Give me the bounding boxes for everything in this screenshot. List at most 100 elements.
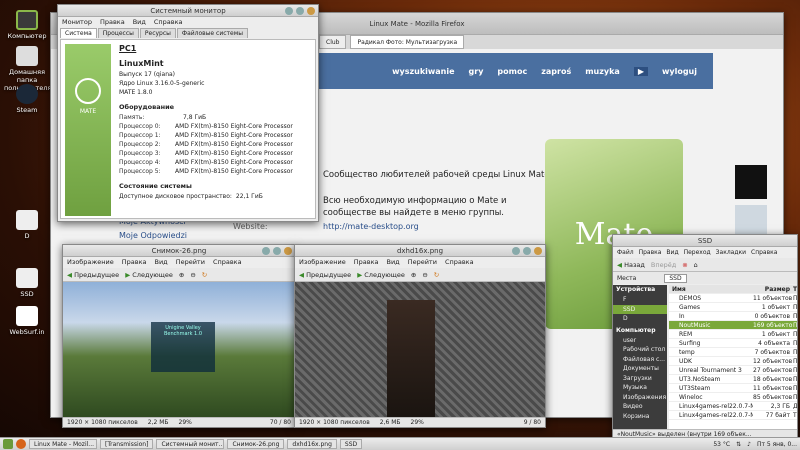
sidebar-item-d[interactable]: D bbox=[613, 314, 667, 324]
close-icon[interactable] bbox=[307, 7, 315, 15]
menu-help[interactable]: Справка bbox=[751, 247, 777, 258]
menu-help[interactable]: Справка bbox=[445, 257, 474, 268]
table-row[interactable]: temp 7 объектовПапка bbox=[669, 348, 797, 357]
firefox-launcher-icon[interactable] bbox=[16, 439, 26, 449]
menu-edit[interactable]: Правка bbox=[122, 257, 147, 268]
task-system-monitor[interactable]: Системный монит... bbox=[156, 439, 225, 449]
table-row[interactable]: DEMOS 11 объектовПапка bbox=[669, 294, 797, 303]
rotate-icon[interactable]: ↻ bbox=[202, 271, 207, 279]
menu-edit[interactable]: Правка bbox=[100, 17, 125, 28]
menu-icon[interactable] bbox=[3, 439, 13, 449]
sidebar-item-downloads[interactable]: Загрузки bbox=[613, 374, 667, 384]
sidebar-item-video[interactable]: Видео bbox=[613, 402, 667, 412]
stop-icon[interactable]: ⊗ bbox=[682, 261, 687, 269]
maximize-icon[interactable] bbox=[273, 247, 281, 255]
desktop-icon-d[interactable]: D bbox=[4, 210, 50, 240]
zoom-out-icon[interactable]: ⊖ bbox=[190, 271, 195, 279]
table-row[interactable]: NoutMusic 169 объектовПапка bbox=[669, 321, 797, 330]
nav-search[interactable]: wyszukiwanie bbox=[392, 67, 454, 76]
sidebar-item-pictures[interactable]: Изображения bbox=[613, 393, 667, 403]
menu-view[interactable]: Вид bbox=[155, 257, 168, 268]
menu-edit[interactable]: Правка bbox=[639, 247, 662, 258]
table-row[interactable]: Games 1 объектПапка bbox=[669, 303, 797, 312]
nav-logout[interactable]: wyloguj bbox=[662, 67, 697, 76]
sidebar-item-documents[interactable]: Документы bbox=[613, 364, 667, 374]
volume-icon[interactable]: ♪ bbox=[747, 441, 751, 448]
rotate-icon[interactable]: ↻ bbox=[434, 271, 439, 279]
menu-bookmarks[interactable]: Закладки bbox=[716, 247, 746, 258]
tab-club[interactable]: Club bbox=[319, 35, 347, 49]
next-button[interactable]: ▶ Следующее bbox=[125, 271, 173, 279]
menu-go[interactable]: Переход bbox=[684, 247, 711, 258]
menu-view[interactable]: Вид bbox=[387, 257, 400, 268]
path-button[interactable]: SSD bbox=[664, 273, 687, 283]
nav-music[interactable]: muzyka bbox=[585, 67, 620, 76]
minimize-icon[interactable] bbox=[512, 247, 520, 255]
previous-button[interactable]: ◀ Предыдущее bbox=[299, 271, 351, 279]
home-icon[interactable]: ⌂ bbox=[694, 261, 698, 269]
maximize-icon[interactable] bbox=[296, 7, 304, 15]
tab-system[interactable]: Система bbox=[60, 28, 97, 38]
column-size[interactable]: Размер bbox=[753, 285, 793, 293]
minimize-icon[interactable] bbox=[285, 7, 293, 15]
tab-filesystems[interactable]: Файловые системы bbox=[176, 28, 248, 38]
avatar[interactable] bbox=[735, 165, 767, 199]
task-firefox[interactable]: Linux Mate - Mozil... bbox=[29, 439, 97, 449]
sidebar-item-trash[interactable]: Корзина bbox=[613, 412, 667, 422]
tab-radikal[interactable]: Радикал Фото: Мультизагрузка bbox=[350, 35, 465, 49]
maximize-icon[interactable] bbox=[523, 247, 531, 255]
link-my-answers[interactable]: Moje Odpowiedzi bbox=[119, 229, 187, 243]
sidebar-item-ssd[interactable]: SSD bbox=[613, 304, 667, 314]
next-button[interactable]: ▶ Следующее bbox=[357, 271, 405, 279]
zoom-in-icon[interactable]: ⊕ bbox=[411, 271, 416, 279]
sidebar-item-f[interactable]: F bbox=[613, 295, 667, 305]
desktop-icon-computer[interactable]: Компьютер bbox=[4, 10, 50, 40]
menu-image[interactable]: Изображение bbox=[67, 257, 114, 268]
close-icon[interactable] bbox=[284, 247, 292, 255]
network-icon[interactable]: ⇅ bbox=[736, 441, 741, 448]
zoom-in-icon[interactable]: ⊕ bbox=[179, 271, 184, 279]
website-link[interactable]: http://mate-desktop.org bbox=[323, 222, 419, 231]
table-row[interactable]: UDK 12 объектовПапка bbox=[669, 357, 797, 366]
play-icon[interactable]: ▶ bbox=[633, 66, 648, 76]
sidebar-item-filesystem[interactable]: Файловая с... bbox=[613, 355, 667, 365]
tab-resources[interactable]: Ресурсы bbox=[139, 28, 176, 38]
sidebar-item-music[interactable]: Музыка bbox=[613, 383, 667, 393]
sidebar-item-user[interactable]: user bbox=[613, 336, 667, 346]
places-dropdown[interactable]: Места bbox=[617, 275, 636, 282]
nav-help[interactable]: pomoc bbox=[497, 67, 527, 76]
nav-invite[interactable]: zaproś bbox=[541, 67, 571, 76]
table-row[interactable]: REM 1 объектПапка bbox=[669, 330, 797, 339]
table-row[interactable]: Wineloc 85 объектовПапка bbox=[669, 393, 797, 402]
menu-view[interactable]: Вид bbox=[133, 17, 146, 28]
menu-image[interactable]: Изображение bbox=[299, 257, 346, 268]
task-transmission[interactable]: [Transmission] bbox=[100, 439, 154, 449]
sidebar-item-desktop[interactable]: Рабочий стол bbox=[613, 345, 667, 355]
desktop-icon-websurf[interactable]: WebSurf.in bbox=[4, 306, 50, 336]
task-viewer-1[interactable]: Снимок-26.png bbox=[227, 439, 285, 449]
table-row[interactable]: In 0 объектовПапка bbox=[669, 312, 797, 321]
desktop-icon-ssd[interactable]: SSD bbox=[4, 268, 50, 298]
desktop-icon-steam[interactable]: Steam bbox=[4, 84, 50, 114]
clock[interactable]: Пт 5 янв, 0... bbox=[757, 441, 797, 448]
menu-go[interactable]: Перейти bbox=[408, 257, 437, 268]
table-row[interactable]: Linux4games-rel22.0.7-Mi... 2,3 ГБДи bbox=[669, 402, 797, 411]
menu-help[interactable]: Справка bbox=[154, 17, 183, 28]
nav-games[interactable]: gry bbox=[469, 67, 484, 76]
table-row[interactable]: Surfing 4 объектаПапка bbox=[669, 339, 797, 348]
forward-button[interactable]: Вперёд bbox=[651, 261, 676, 269]
menu-file[interactable]: Файл bbox=[617, 247, 634, 258]
column-name[interactable]: Имя bbox=[669, 285, 753, 293]
previous-button[interactable]: ◀ Предыдущее bbox=[67, 271, 119, 279]
minimize-icon[interactable] bbox=[262, 247, 270, 255]
table-row[interactable]: UT3.NoSteam 18 объектовПапка bbox=[669, 375, 797, 384]
menu-help[interactable]: Справка bbox=[213, 257, 242, 268]
column-type[interactable]: Тип bbox=[793, 285, 797, 293]
table-row[interactable]: Linux4games-rel22.0.7-Mi... 77 байтТе bbox=[669, 411, 797, 420]
zoom-out-icon[interactable]: ⊖ bbox=[422, 271, 427, 279]
tab-processes[interactable]: Процессы bbox=[97, 28, 139, 38]
menu-view[interactable]: Вид bbox=[666, 247, 678, 258]
menu-monitor[interactable]: Монитор bbox=[62, 17, 92, 28]
task-file-manager[interactable]: SSD bbox=[339, 439, 363, 449]
close-icon[interactable] bbox=[534, 247, 542, 255]
